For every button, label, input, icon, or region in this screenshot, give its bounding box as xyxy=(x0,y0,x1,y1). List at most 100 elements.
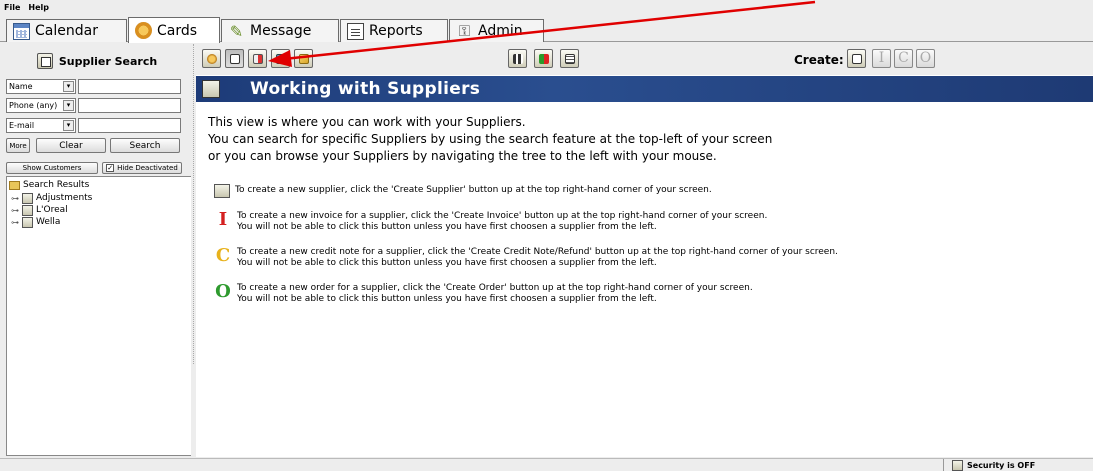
page-title: Working with Suppliers xyxy=(250,79,481,99)
supplier-icon xyxy=(230,54,240,64)
message-icon: ✎ xyxy=(229,21,244,41)
info-line: To create a new invoice for a supplier, … xyxy=(237,211,768,221)
staff-icon xyxy=(253,54,263,64)
tree-expander-icon[interactable]: ⊶ xyxy=(11,206,19,215)
intro-line: You can search for specific Suppliers by… xyxy=(208,132,773,146)
tab-reports[interactable]: Reports xyxy=(340,19,448,42)
sort-icon xyxy=(539,54,549,64)
select-value: Phone (any) xyxy=(9,101,58,110)
info-create-invoice: I To create a new invoice for a supplier… xyxy=(214,209,768,233)
info-line: You will not be able to click this butto… xyxy=(237,258,657,268)
tree-root-label: Search Results xyxy=(23,180,90,190)
email-input[interactable] xyxy=(78,118,181,133)
info-create-supplier: To create a new supplier, click the 'Cre… xyxy=(214,184,712,198)
folder-icon xyxy=(9,180,20,190)
admin-icon: ⚿ xyxy=(458,21,471,40)
tree-expander-icon[interactable]: ⊶ xyxy=(11,218,19,227)
cards-icon xyxy=(207,54,217,64)
name-input[interactable] xyxy=(78,79,181,94)
supplier-icon xyxy=(202,80,220,98)
tab-admin-label: Admin xyxy=(478,23,523,39)
hide-deactivated-toggle[interactable]: ✓ Hide Deactivated xyxy=(102,162,182,174)
status-bar: Security is OFF xyxy=(0,458,1093,471)
tree-item-label: Adjustments xyxy=(36,193,93,203)
chevron-down-icon: ▾ xyxy=(63,81,74,92)
info-line: To create a new order for a supplier, cl… xyxy=(237,283,753,293)
create-credit-button[interactable]: C xyxy=(894,49,913,68)
toolbar: Create: I C O xyxy=(196,44,1093,74)
supplier-icon xyxy=(22,204,33,216)
toolbar-staff-button[interactable] xyxy=(248,49,267,68)
title-banner: Working with Suppliers xyxy=(196,76,1093,102)
search-button[interactable]: Search xyxy=(110,138,180,153)
tree-item[interactable]: ⊶ Adjustments xyxy=(11,192,92,204)
supplier-icon xyxy=(214,184,230,198)
create-order-button[interactable]: O xyxy=(916,49,935,68)
tab-reports-label: Reports xyxy=(369,23,423,39)
toolbar-stock-button[interactable] xyxy=(294,49,313,68)
info-line: To create a new credit note for a suppli… xyxy=(237,247,838,257)
show-customers-button[interactable]: Show Customers xyxy=(6,162,98,174)
search-field-select[interactable]: Phone (any) ▾ xyxy=(6,98,76,113)
reports-icon xyxy=(347,22,364,40)
supplier-icon xyxy=(36,53,53,69)
intro-line: This view is where you can work with you… xyxy=(208,115,526,129)
search-field-select[interactable]: Name ▾ xyxy=(6,79,76,94)
tab-cards-label: Cards xyxy=(157,22,198,39)
create-supplier-button[interactable] xyxy=(847,49,866,68)
tab-admin[interactable]: ⚿ Admin xyxy=(449,19,544,42)
menu-bar: File Help xyxy=(0,0,1093,14)
calculator-icon xyxy=(565,54,575,64)
security-status-text: Security is OFF xyxy=(967,461,1036,470)
stock-icon xyxy=(299,54,309,64)
toolbar-calculator-button[interactable] xyxy=(560,49,579,68)
tab-cards[interactable]: Cards xyxy=(128,17,220,43)
chevron-down-icon: ▾ xyxy=(63,100,74,111)
security-status: Security is OFF xyxy=(943,459,1078,471)
info-line: You will not be able to click this butto… xyxy=(237,294,657,304)
panel-header: Supplier Search xyxy=(4,50,190,72)
cards-icon xyxy=(135,22,152,39)
tree-expander-icon[interactable]: ⊶ xyxy=(11,194,19,203)
tree-item[interactable]: ⊶ L'Oreal xyxy=(11,204,68,216)
supplier-icon xyxy=(22,192,33,204)
toolbar-cards-button[interactable] xyxy=(202,49,221,68)
supplier-icon xyxy=(22,216,33,228)
clear-button[interactable]: Clear xyxy=(36,138,106,153)
tab-calendar-label: Calendar xyxy=(35,23,98,39)
tree-item[interactable]: ⊶ Wella xyxy=(11,216,60,228)
search-row-name: Name ▾ xyxy=(6,79,181,94)
tree-root[interactable]: Search Results xyxy=(9,179,89,191)
toolbar-find-button[interactable] xyxy=(508,49,527,68)
menu-file[interactable]: File xyxy=(4,3,20,12)
panel-splitter[interactable] xyxy=(193,44,194,364)
more-button[interactable]: More xyxy=(6,138,30,153)
search-field-select[interactable]: E-mail ▾ xyxy=(6,118,76,133)
invoice-icon: I xyxy=(218,209,228,230)
create-invoice-button[interactable]: I xyxy=(872,49,891,68)
tab-message[interactable]: ✎ Message xyxy=(221,19,339,42)
toolbar-money-button[interactable] xyxy=(271,49,290,68)
main-content: Working with Suppliers This view is wher… xyxy=(196,75,1093,457)
supplier-tree[interactable]: Search Results ⊶ Adjustments ⊶ L'Oreal ⊶… xyxy=(6,176,191,456)
toolbar-suppliers-button[interactable] xyxy=(225,49,244,68)
tree-item-label: Wella xyxy=(36,217,61,227)
checkbox-checked-icon: ✓ xyxy=(106,164,115,172)
calendar-icon xyxy=(13,22,30,40)
app-window: File Help Calendar Cards ✎ Message Repor… xyxy=(0,0,1093,471)
info-create-credit: C To create a new credit note for a supp… xyxy=(214,247,838,269)
info-create-order: O To create a new order for a supplier, … xyxy=(214,283,753,305)
chevron-down-icon: ▾ xyxy=(63,120,74,131)
supplier-search-panel: Supplier Search Name ▾ Phone (any) ▾ E-m… xyxy=(0,44,194,457)
tab-calendar[interactable]: Calendar xyxy=(6,19,127,42)
toolbar-sort-button[interactable] xyxy=(534,49,553,68)
phone-input[interactable] xyxy=(78,98,181,113)
info-line: To create a new supplier, click the 'Cre… xyxy=(235,185,712,195)
tab-message-label: Message xyxy=(250,23,312,39)
hide-deactivated-label: Hide Deactivated xyxy=(117,164,178,172)
menu-help[interactable]: Help xyxy=(28,3,49,12)
intro-line: or you can browse your Suppliers by navi… xyxy=(208,149,717,163)
tab-bar: Calendar Cards ✎ Message Reports ⚿ Admin xyxy=(0,15,1093,43)
security-icon xyxy=(952,460,963,471)
select-value: E-mail xyxy=(9,121,35,130)
